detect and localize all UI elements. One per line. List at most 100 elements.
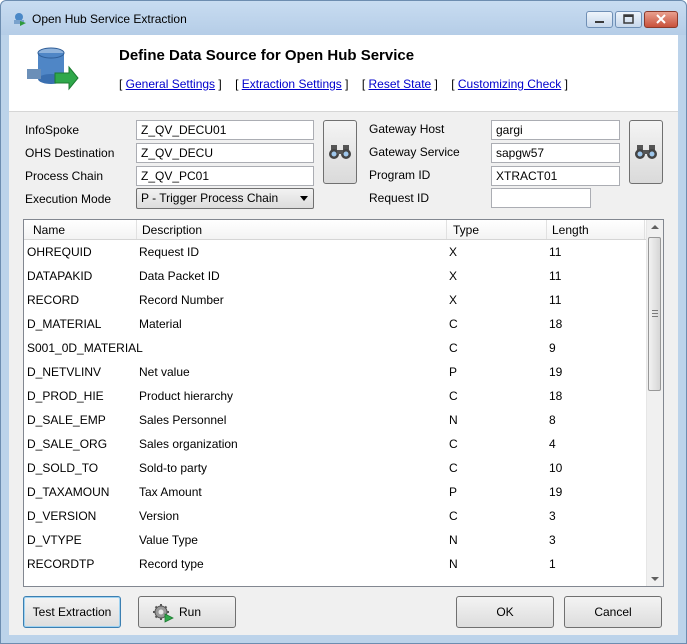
table-row[interactable]: D_PROD_HIE Product hierarchy C 18: [24, 384, 646, 408]
minimize-button[interactable]: [586, 11, 613, 28]
program-id-field[interactable]: XTRACT01: [491, 166, 620, 186]
cell-description: Material: [139, 317, 182, 331]
cell-description: Product hierarchy: [139, 389, 234, 403]
minimize-icon: [595, 21, 604, 23]
table-row[interactable]: D_VERSION Version C 3: [24, 504, 646, 528]
ok-button[interactable]: OK: [456, 596, 554, 628]
ohs-destination-field[interactable]: Z_QV_DECU: [136, 143, 314, 163]
execution-mode-select[interactable]: P - Trigger Process Chain: [136, 188, 314, 209]
binoculars-icon: [635, 145, 657, 159]
cell-length: 4: [549, 437, 556, 451]
header-title: Define Data Source for Open Hub Service: [119, 47, 415, 64]
infospoke-lookup-button[interactable]: [323, 120, 357, 184]
cell-length: 18: [549, 317, 563, 331]
close-icon: [656, 14, 666, 24]
grip-line: [652, 316, 658, 317]
cell-type: C: [449, 509, 458, 523]
main-window: Open Hub Service Extraction Define Data …: [0, 0, 687, 644]
gateway-service-field[interactable]: sapgw57: [491, 143, 620, 163]
table-row[interactable]: OHREQUID Request ID X 11: [24, 240, 646, 264]
cell-name: RECORDTP: [27, 557, 95, 571]
scroll-down-icon[interactable]: [651, 577, 659, 581]
cell-description: Sales organization: [139, 437, 238, 451]
table-row[interactable]: D_SOLD_TO Sold-to party C 10: [24, 456, 646, 480]
cell-name: D_SOLD_TO: [27, 461, 99, 475]
close-button[interactable]: [644, 11, 678, 28]
cell-description: Version: [139, 509, 180, 523]
execution-mode-label: Execution Mode: [25, 192, 112, 206]
cell-name: DATAPAKID: [27, 269, 93, 283]
cancel-button[interactable]: Cancel: [564, 596, 662, 628]
cell-name: D_TAXAMOUN: [27, 485, 110, 499]
header-links: [ General Settings ] [ Extraction Settin…: [119, 77, 568, 91]
scrollbar-thumb[interactable]: [648, 237, 661, 391]
cell-length: 11: [549, 269, 562, 283]
cell-length: 8: [549, 413, 556, 427]
cell-type: N: [449, 533, 458, 547]
table-row[interactable]: D_MATERIAL Material C 18: [24, 312, 646, 336]
table-row[interactable]: D_SALE_ORG Sales organization C 4: [24, 432, 646, 456]
column-divider[interactable]: [644, 220, 645, 239]
cell-length: 19: [549, 485, 563, 499]
header-panel: Define Data Source for Open Hub Service …: [9, 35, 678, 112]
table-row[interactable]: D_SALE_EMP Sales Personnel N 8: [24, 408, 646, 432]
request-id-field[interactable]: [491, 188, 591, 208]
cell-name: D_PROD_HIE: [27, 389, 104, 403]
table-row[interactable]: RECORDTP Record type N 1: [24, 552, 646, 576]
reset-state-link[interactable]: Reset State: [369, 77, 432, 91]
cell-type: N: [449, 413, 458, 427]
gateway-service-label: Gateway Service: [369, 145, 460, 159]
cell-type: C: [449, 389, 458, 403]
cell-description: Record Number: [139, 293, 224, 307]
maximize-button[interactable]: [615, 11, 642, 28]
cell-type: C: [449, 461, 458, 475]
title-bar[interactable]: Open Hub Service Extraction: [1, 1, 686, 35]
extraction-settings-link[interactable]: Extraction Settings: [242, 77, 342, 91]
column-divider[interactable]: [136, 220, 137, 239]
scroll-up-icon[interactable]: [651, 225, 659, 229]
infospoke-label: InfoSpoke: [25, 123, 80, 137]
table-row[interactable]: S001_0D_MATERIAL C 9: [24, 336, 646, 360]
gateway-host-label: Gateway Host: [369, 122, 445, 136]
vertical-scrollbar[interactable]: [646, 220, 663, 586]
column-header-length[interactable]: Length: [552, 223, 589, 237]
column-header-description[interactable]: Description: [142, 223, 202, 237]
execution-mode-value: P - Trigger Process Chain: [141, 191, 279, 205]
cell-description: Data Packet ID: [139, 269, 220, 283]
column-divider[interactable]: [446, 220, 447, 239]
maximize-icon: [623, 14, 634, 24]
cell-name: S001_0D_MATERIAL: [27, 341, 143, 355]
cell-type: C: [449, 341, 458, 355]
grip-line: [652, 313, 658, 314]
cell-length: 18: [549, 389, 563, 403]
column-header-name[interactable]: Name: [33, 223, 65, 237]
cell-length: 11: [549, 293, 562, 307]
cell-type: P: [449, 485, 458, 499]
cell-length: 3: [549, 533, 556, 547]
table-row[interactable]: DATAPAKID Data Packet ID X 11: [24, 264, 646, 288]
column-header-type[interactable]: Type: [453, 223, 479, 237]
table-row[interactable]: D_TAXAMOUN Tax Amount P 19: [24, 480, 646, 504]
gateway-host-field[interactable]: gargi: [491, 120, 620, 140]
cell-length: 9: [549, 341, 556, 355]
run-button[interactable]: Run: [138, 596, 236, 628]
cell-length: 1: [549, 557, 556, 571]
general-settings-link[interactable]: General Settings: [126, 77, 215, 91]
infospoke-field[interactable]: Z_QV_DECU01: [136, 120, 314, 140]
test-extraction-button[interactable]: Test Extraction: [23, 596, 121, 628]
fields-grid[interactable]: Name Description Type Length OHREQUID Req…: [23, 219, 664, 587]
cell-type: X: [449, 269, 458, 283]
ohs-destination-label: OHS Destination: [25, 146, 115, 160]
gateway-lookup-button[interactable]: [629, 120, 663, 184]
process-chain-field[interactable]: Z_QV_PC01: [136, 166, 314, 186]
table-row[interactable]: RECORD Record Number X 11: [24, 288, 646, 312]
grid-header: Name Description Type Length: [24, 220, 646, 240]
table-row[interactable]: D_NETVLINV Net value P 19: [24, 360, 646, 384]
program-id-label: Program ID: [369, 168, 431, 182]
cell-name: D_SALE_ORG: [27, 437, 108, 451]
cell-type: P: [449, 365, 458, 379]
customizing-check-link[interactable]: Customizing Check: [458, 77, 561, 91]
column-divider[interactable]: [546, 220, 547, 239]
window-title: Open Hub Service Extraction: [32, 12, 187, 26]
table-row[interactable]: D_VTYPE Value Type N 3: [24, 528, 646, 552]
